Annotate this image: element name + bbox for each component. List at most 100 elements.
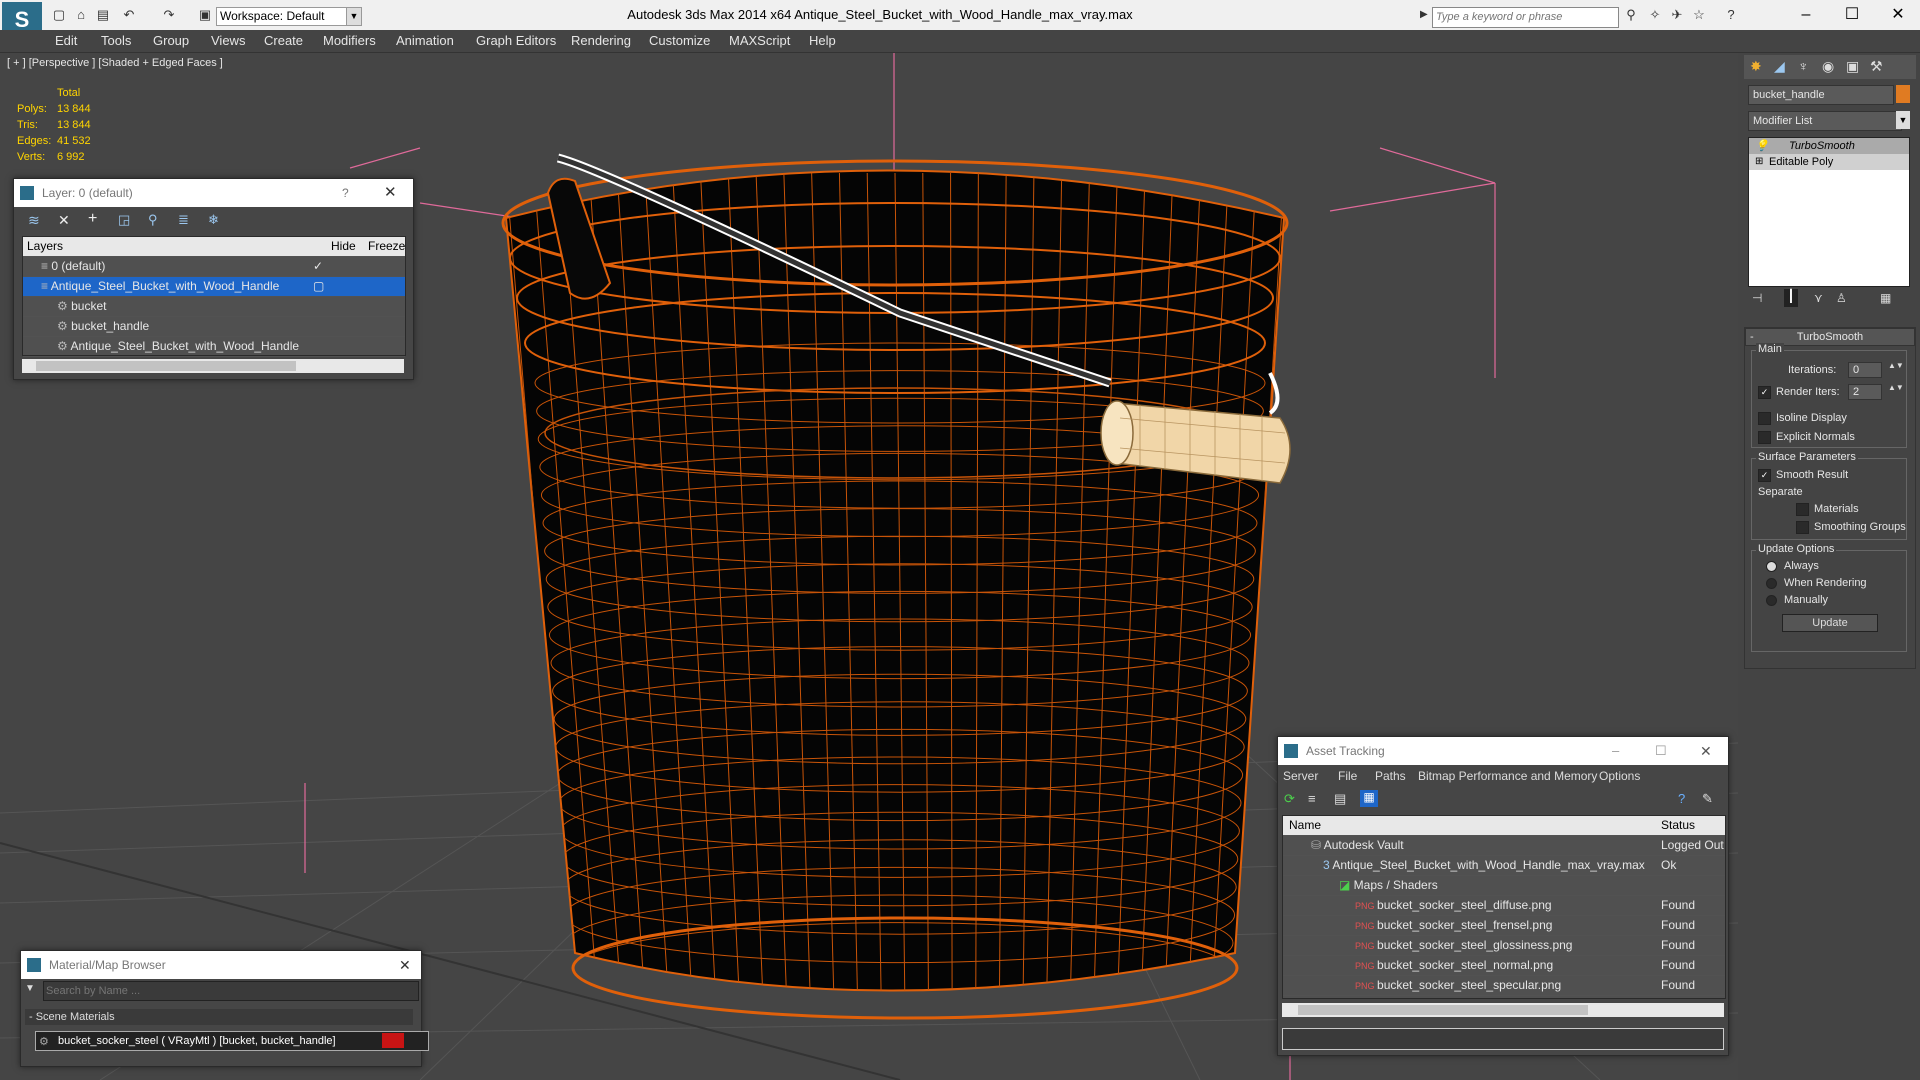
scene-materials-group[interactable]: - Scene Materials <box>25 1009 413 1025</box>
column-header-status[interactable]: Status <box>1661 816 1695 835</box>
close-icon[interactable]: ✕ <box>384 179 397 207</box>
asset-row[interactable]: PNG bucket_socker_steel_frensel.png Foun… <box>1283 916 1725 936</box>
horizontal-scrollbar[interactable] <box>1282 1003 1724 1017</box>
maximize-window-button[interactable]: ☐ <box>1832 3 1872 27</box>
search-by-name-input[interactable] <box>43 981 419 1001</box>
asset-menu-bitmap-performance[interactable]: Bitmap Performance and Memory <box>1418 766 1597 786</box>
scrollbar-thumb[interactable] <box>1298 1005 1588 1015</box>
delete-layer-icon[interactable]: ✕ <box>58 212 70 229</box>
search-expand-icon[interactable]: ▶ <box>1420 9 1428 20</box>
material-browser-titlebar[interactable]: Material/Map Browser ✕ <box>21 951 421 979</box>
bucket-mesh[interactable] <box>501 159 1289 1020</box>
lightbulb-icon[interactable]: 💡 <box>1755 138 1769 154</box>
update-button[interactable]: Update <box>1782 614 1878 632</box>
smooth-result-checkbox[interactable]: ✓ <box>1758 469 1771 482</box>
grid-view-icon[interactable]: ▦ <box>1360 790 1378 807</box>
menu-group[interactable]: Group <box>153 33 189 48</box>
asset-tracking-titlebar[interactable]: Asset Tracking – ☐ ✕ <box>1278 737 1728 765</box>
materials-checkbox[interactable] <box>1796 503 1809 516</box>
options-dropdown-icon[interactable]: ▼ <box>25 983 35 994</box>
asset-menu-paths[interactable]: Paths <box>1375 766 1406 786</box>
close-icon[interactable]: ✕ <box>399 951 411 979</box>
asset-row[interactable]: PNG bucket_socker_steel_specular.png Fou… <box>1283 976 1725 996</box>
help-icon[interactable]: ? <box>1678 791 1685 806</box>
asset-path-field[interactable] <box>1282 1028 1724 1050</box>
layer-object-row[interactable]: ⚙ bucket_handle <box>23 317 405 337</box>
freeze-all-icon[interactable]: ❄ <box>208 212 219 228</box>
workspace-dropdown[interactable]: Workspace: Default <box>216 7 351 26</box>
menu-customize[interactable]: Customize <box>649 33 710 48</box>
column-header-hide[interactable]: Hide <box>331 237 356 256</box>
isoline-display-checkbox[interactable] <box>1758 412 1771 425</box>
asset-menu-options[interactable]: Options <box>1599 766 1640 786</box>
column-header-layers[interactable]: Layers <box>23 239 63 253</box>
hide-all-icon[interactable]: ≣ <box>178 212 189 228</box>
asset-menu-server[interactable]: Server <box>1283 766 1318 786</box>
motion-tab-icon[interactable]: ◉ <box>1822 58 1834 75</box>
menu-views[interactable]: Views <box>211 33 245 48</box>
asset-row[interactable]: PNG bucket_socker_steel_diffuse.png Foun… <box>1283 896 1725 916</box>
project-folder-icon[interactable]: ▣ <box>196 6 214 24</box>
utilities-tab-icon[interactable]: ⚒ <box>1870 58 1883 75</box>
pin-stack-icon[interactable]: ⊣ <box>1752 291 1762 305</box>
asset-row[interactable]: ⛁ Autodesk Vault Logged Out <box>1283 836 1725 856</box>
smoothing-groups-checkbox[interactable] <box>1796 521 1809 534</box>
always-radio[interactable] <box>1766 561 1777 572</box>
add-to-layer-icon[interactable]: + <box>88 210 97 228</box>
display-tab-icon[interactable]: ▣ <box>1846 58 1859 75</box>
viewport-label[interactable]: [ + ] [Perspective ] [Shaded + Edged Fac… <box>7 57 223 69</box>
chevron-down-icon[interactable]: ▼ <box>1896 111 1910 129</box>
menu-graph-editors[interactable]: Graph Editors <box>476 33 556 48</box>
binoculars-icon[interactable]: ⚲ <box>1622 6 1640 24</box>
redo-icon[interactable]: ↷ <box>160 6 178 24</box>
refresh-icon[interactable]: ⟳ <box>1284 791 1295 807</box>
collapse-minus-icon[interactable]: - <box>1750 329 1754 345</box>
spinner-arrows-icon[interactable]: ▲▼ <box>1888 383 1904 392</box>
asset-row[interactable]: 3 Antique_Steel_Bucket_with_Wood_Handle_… <box>1283 856 1725 876</box>
object-name-field[interactable]: bucket_handle <box>1748 85 1894 105</box>
horizontal-scrollbar[interactable] <box>22 359 404 373</box>
render-iters-spinner[interactable]: 2 <box>1848 384 1882 400</box>
menu-rendering[interactable]: Rendering <box>571 33 631 48</box>
help-button[interactable]: ? <box>342 179 349 207</box>
subscription-icon[interactable]: ✧ <box>1646 6 1664 24</box>
menu-modifiers[interactable]: Modifiers <box>323 33 376 48</box>
scrollbar-thumb[interactable] <box>36 361 296 371</box>
spinner-arrows-icon[interactable]: ▲▼ <box>1888 361 1904 370</box>
iterations-spinner[interactable]: 0 <box>1848 362 1882 378</box>
table-view-icon[interactable]: ▤ <box>1334 791 1346 807</box>
stack-item-editable-poly[interactable]: ⊞ Editable Poly <box>1749 154 1909 170</box>
close-window-button[interactable]: ✕ <box>1878 3 1918 27</box>
minimize-icon[interactable]: – <box>1612 737 1619 765</box>
modify-tab-icon[interactable]: ◢ <box>1774 58 1785 75</box>
make-unique-icon[interactable]: ⋎ <box>1814 291 1823 305</box>
communication-icon[interactable]: ✈ <box>1668 6 1686 24</box>
material-item[interactable]: ⚙ bucket_socker_steel ( VRayMtl ) [bucke… <box>35 1031 429 1051</box>
layer-dialog-titlebar[interactable]: Layer: 0 (default) ? ✕ <box>14 179 413 207</box>
list-view-icon[interactable]: ≡ <box>1308 791 1316 806</box>
layer-row-selected[interactable]: ≡ Antique_Steel_Bucket_with_Wood_Handle … <box>23 277 405 297</box>
layer-row[interactable]: ≡ 0 (default) ✓ <box>23 257 405 277</box>
search-input[interactable] <box>1432 7 1619 28</box>
configure-modifier-sets-icon[interactable]: ▦ <box>1880 291 1891 305</box>
save-file-icon[interactable]: ▤ <box>94 6 112 24</box>
expand-plus-icon[interactable]: ⊞ <box>1755 154 1763 170</box>
layer-object-row[interactable]: ⚙ Antique_Steel_Bucket_with_Wood_Handle <box>23 337 405 357</box>
object-color-swatch[interactable] <box>1896 85 1910 103</box>
menu-maxscript[interactable]: MAXScript <box>729 33 790 48</box>
explicit-normals-checkbox[interactable] <box>1758 431 1771 444</box>
help-tools-icon[interactable]: ✎ <box>1702 791 1713 807</box>
open-file-icon[interactable]: ⌂ <box>72 6 90 24</box>
menu-tools[interactable]: Tools <box>101 33 131 48</box>
stack-item-turbosmooth[interactable]: 💡 TurboSmooth <box>1749 138 1909 154</box>
asset-row[interactable]: PNG bucket_socker_steel_normal.png Found <box>1283 956 1725 976</box>
maximize-icon[interactable]: ☐ <box>1655 737 1667 765</box>
select-in-layer-icon[interactable]: ◲ <box>118 212 130 228</box>
create-tab-icon[interactable]: ✸ <box>1750 58 1762 75</box>
undo-icon[interactable]: ↶ <box>120 6 138 24</box>
minimize-window-button[interactable]: – <box>1786 3 1826 27</box>
menu-edit[interactable]: Edit <box>55 33 77 48</box>
asset-row[interactable]: PNG bucket_socker_steel_glossiness.png F… <box>1283 936 1725 956</box>
favorites-star-icon[interactable]: ☆ <box>1690 6 1708 24</box>
remove-modifier-icon[interactable]: ♙ <box>1836 291 1847 305</box>
